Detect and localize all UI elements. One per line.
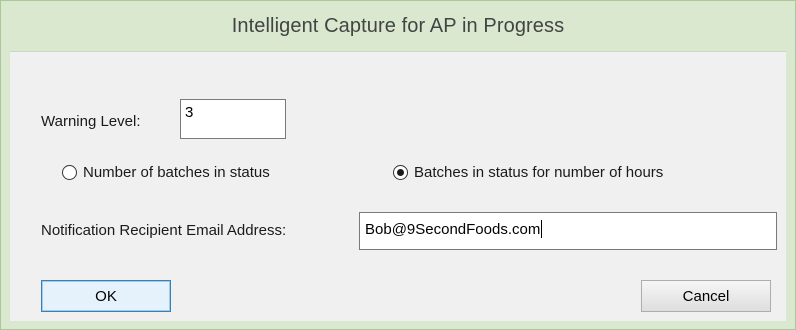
title-bar[interactable]: Intelligent Capture for AP in Progress xyxy=(1,1,795,51)
email-input[interactable]: Bob@9SecondFoods.com xyxy=(359,212,777,250)
radio-batches-for-hours-label: Batches in status for number of hours xyxy=(414,164,664,181)
radio-button-checked[interactable] xyxy=(393,165,408,180)
radio-button-unchecked[interactable] xyxy=(62,165,77,180)
warning-level-input[interactable]: 3 xyxy=(180,99,286,139)
radio-selected-dot xyxy=(397,169,404,176)
warning-level-label: Warning Level: xyxy=(41,113,141,130)
dialog-window: Intelligent Capture for AP in Progress W… xyxy=(0,0,796,330)
ok-button[interactable]: OK xyxy=(41,280,171,312)
warning-level-value: 3 xyxy=(185,104,194,121)
text-caret xyxy=(541,220,543,238)
radio-number-of-batches-label: Number of batches in status xyxy=(83,164,270,181)
email-label: Notification Recipient Email Address: xyxy=(41,222,287,239)
radio-batches-for-hours[interactable]: Batches in status for number of hours xyxy=(393,164,663,181)
radio-number-of-batches[interactable]: Number of batches in status xyxy=(62,164,270,181)
dialog-client-area: Warning Level: 3 Number of batches in st… xyxy=(10,51,786,321)
dialog-title: Intelligent Capture for AP in Progress xyxy=(231,14,565,37)
cancel-button[interactable]: Cancel xyxy=(641,280,771,312)
email-value: Bob@9SecondFoods.com xyxy=(365,221,541,238)
